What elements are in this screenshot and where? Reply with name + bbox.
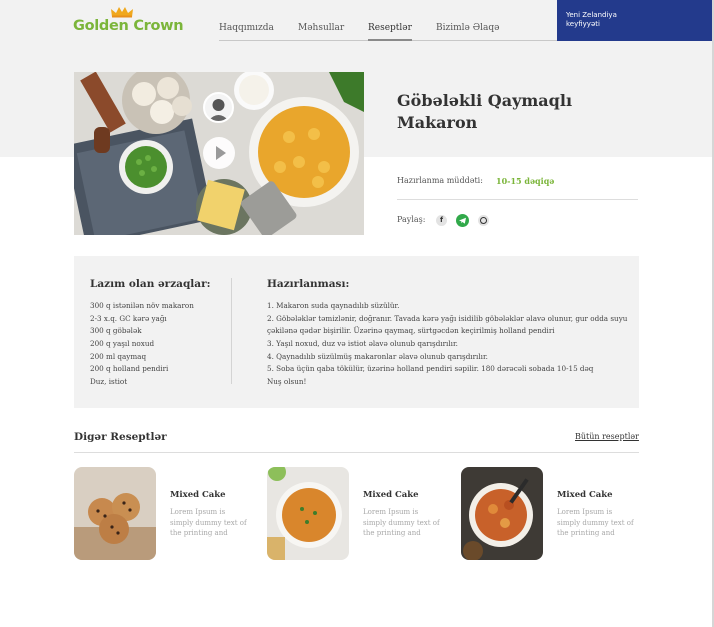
recipe-card-title: Mixed Cake (557, 490, 613, 500)
recipe-card-image (74, 467, 156, 560)
whatsapp-icon[interactable] (478, 215, 489, 226)
prep-time-label: Hazırlanma müddəti: (397, 176, 483, 185)
step-item: 5. Soba üçün qaba tökülür, üzərinə holla… (267, 364, 594, 374)
ingredient-item: 200 q yaşıl noxud (90, 339, 155, 349)
ingredient-item: 200 q holland pendiri (90, 364, 169, 374)
ingredients-title: Lazım olan ərzaqlar: (90, 278, 211, 290)
step-item: 2. Göbələklər təmizlənir, doğranır. Tava… (267, 313, 628, 323)
preparation-title: Hazırlanması: (267, 278, 350, 290)
recipe-card-desc: Lorem Ipsum is simply dummy text of the … (170, 508, 247, 537)
badge-line-2: keyfiyyəti (566, 20, 600, 28)
all-recipes-link[interactable]: Bütün reseptlər (575, 432, 639, 441)
other-recipes-title: Digər Reseptlər (74, 431, 167, 443)
nav-item-contact[interactable]: Bizimlə Əlaqə (436, 23, 499, 33)
recipe-card[interactable]: Mixed Cake Lorem Ipsum is simply dummy t… (74, 467, 254, 560)
recipe-card-image (267, 467, 349, 560)
telegram-icon[interactable] (456, 214, 469, 227)
badge-line-1: Yeni Zelandiya (566, 11, 617, 19)
prep-time-value: 10-15 dəqiqə (496, 176, 555, 186)
ingredient-item: 2-3 x.q. GC kərə yağı (90, 313, 167, 323)
ingredient-item: 300 q göbələk (90, 326, 142, 336)
step-item: çəkilənə qədər bişirilir. Üzərinə qaymaq… (267, 326, 555, 336)
ingredient-item: Duz, istiot (90, 377, 128, 387)
step-item: Nuş olsun! (267, 377, 307, 387)
recipe-title: Göbələkli Qaymaqlı Makaron (397, 91, 573, 132)
play-icon[interactable] (203, 137, 235, 169)
step-item: 3. Yaşıl noxud, duz və istiot əlavə olun… (267, 339, 458, 349)
facebook-icon[interactable]: f (436, 215, 447, 226)
ingredients-list: 300 q istənilən növ makaron 2-3 x.q. GC … (90, 300, 194, 389)
nz-quality-badge[interactable]: Yeni Zelandiya keyfiyyəti (557, 0, 712, 41)
divider (397, 199, 638, 200)
divider (74, 452, 639, 453)
brand-name: Golden Crown (73, 18, 184, 34)
recipe-card-image (461, 467, 543, 560)
preparation-steps: 1. Makaron suda qaynadılıb süzülür. 2. G… (267, 300, 627, 389)
share-label: Paylaş: (397, 215, 426, 224)
crown-icon (111, 7, 133, 18)
recipe-card-desc: Lorem Ipsum is simply dummy text of the … (557, 508, 634, 537)
main-nav: Haqqımızda Məhsullar Reseptlər Bizimlə Ə… (219, 0, 557, 41)
step-item: 4. Qaynadılıb süzülmüş makaronlar əlavə … (267, 351, 488, 361)
recipe-card-title: Mixed Cake (170, 490, 226, 500)
nav-item-products[interactable]: Məhsullar (298, 23, 344, 33)
recipe-card-title: Mixed Cake (363, 490, 419, 500)
ingredient-item: 300 q istənilən növ makaron (90, 301, 194, 310)
chef-avatar (203, 92, 234, 123)
recipe-card[interactable]: Mixed Cake Lorem Ipsum is simply dummy t… (461, 467, 641, 560)
nav-item-about[interactable]: Haqqımızda (219, 23, 274, 33)
nav-item-recipes[interactable]: Reseptlər (368, 23, 412, 41)
recipe-card-desc: Lorem Ipsum is simply dummy text of the … (363, 508, 440, 537)
recipe-card[interactable]: Mixed Cake Lorem Ipsum is simply dummy t… (267, 467, 447, 560)
panel-divider (231, 278, 232, 384)
recipe-details-panel: Lazım olan ərzaqlar: 300 q istənilən növ… (74, 256, 639, 408)
logo[interactable]: Golden Crown (73, 6, 184, 36)
ingredient-item: 200 ml qaymaq (90, 351, 147, 361)
step-item: 1. Makaron suda qaynadılıb süzülür. (267, 301, 400, 310)
